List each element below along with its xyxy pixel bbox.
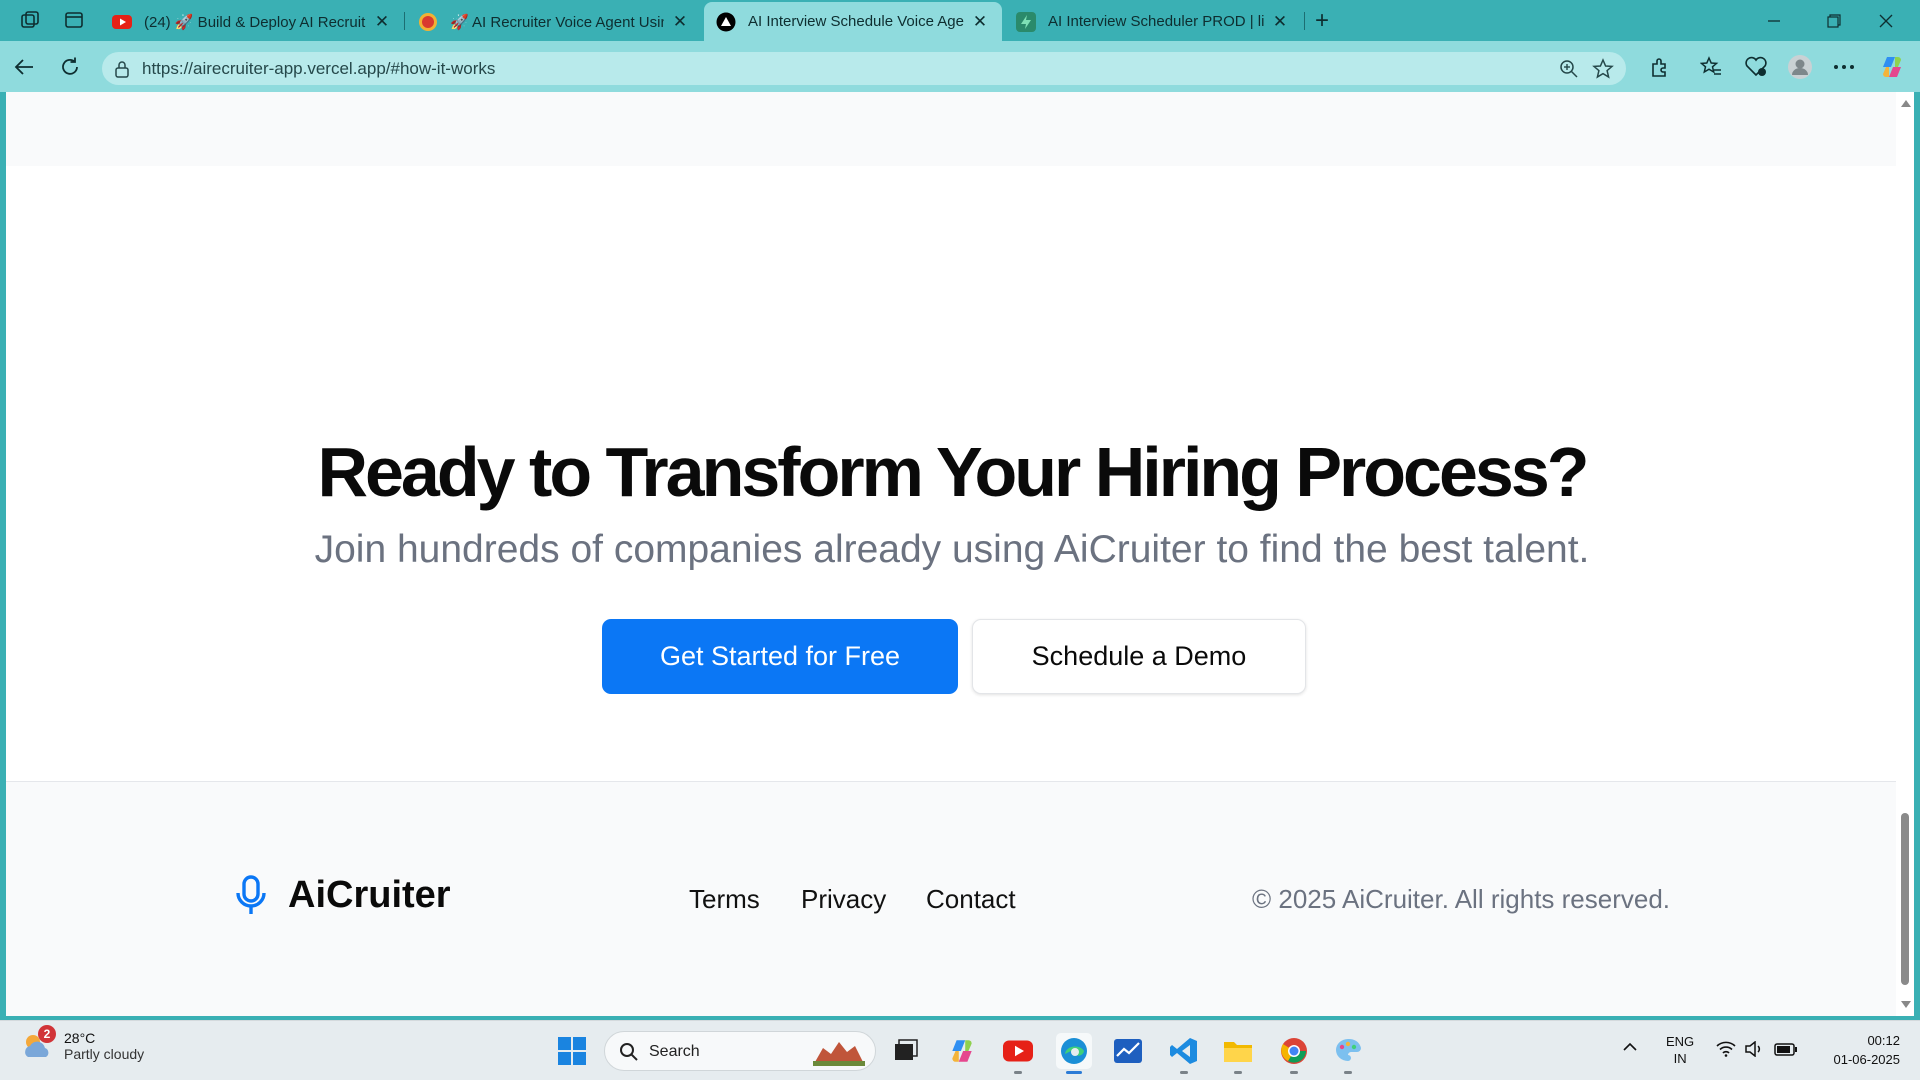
- close-window-icon[interactable]: [1872, 8, 1900, 34]
- volume-icon[interactable]: [1744, 1040, 1764, 1060]
- previous-section-band: [6, 92, 1898, 166]
- running-indicator: [1014, 1071, 1022, 1074]
- youtube-app-icon[interactable]: [1000, 1033, 1036, 1069]
- close-tab-icon[interactable]: ✕: [372, 12, 392, 32]
- scroll-thumb[interactable]: [1901, 813, 1909, 985]
- tab-separator: [1304, 12, 1305, 30]
- tab-title: 🚀 AI Recruiter Voice Agent Using: [450, 13, 664, 31]
- language-code: ENG: [1666, 1034, 1695, 1049]
- page-viewport: Ready to Transform Your Hiring Process? …: [6, 92, 1898, 1016]
- address-bar[interactable]: https://airecruiter-app.vercel.app/#how-…: [102, 52, 1626, 85]
- clock-time: 00:12: [1867, 1033, 1900, 1048]
- search-highlight-icon: [813, 1042, 865, 1066]
- browser-essentials-icon[interactable]: [1742, 53, 1770, 81]
- vscode-app-icon[interactable]: [1166, 1033, 1202, 1069]
- vercel-icon: [716, 12, 736, 32]
- more-options-icon[interactable]: [1830, 53, 1858, 81]
- running-indicator: [1180, 1071, 1188, 1074]
- tab-title: (24) 🚀 Build & Deploy AI Recruit: [144, 13, 366, 31]
- site-favicon-icon: [418, 12, 438, 32]
- favorites-icon[interactable]: [1697, 53, 1725, 81]
- weather-widget[interactable]: 2 28°C Partly cloudy: [20, 1025, 145, 1063]
- copyright-text: © 2025 AiCruiter. All rights reserved.: [1252, 884, 1671, 914]
- tab-actions-icon[interactable]: [62, 8, 86, 32]
- profile-avatar-icon[interactable]: [1786, 53, 1814, 81]
- search-label: Search: [649, 1043, 700, 1060]
- copilot-app-icon[interactable]: [944, 1033, 980, 1069]
- tab-supabase[interactable]: AI Interview Scheduler PROD | lion ✕: [1004, 2, 1302, 41]
- running-indicator: [1344, 1071, 1352, 1074]
- edge-app-icon[interactable]: [1056, 1033, 1092, 1069]
- scroll-up-icon[interactable]: [1901, 100, 1911, 107]
- microphone-icon: [236, 874, 266, 914]
- extensions-icon[interactable]: [1646, 53, 1674, 81]
- partly-cloudy-icon: 2: [20, 1025, 56, 1063]
- tab-active[interactable]: AI Interview Schedule Voice Agent ✕: [704, 2, 1002, 41]
- clock-date: 01-06-2025: [1833, 1052, 1901, 1067]
- wifi-icon[interactable]: [1716, 1041, 1736, 1060]
- chrome-app-icon[interactable]: [1276, 1033, 1312, 1069]
- supabase-icon: [1016, 11, 1036, 32]
- minimize-icon[interactable]: [1760, 8, 1788, 34]
- window-frame: [1914, 92, 1920, 1016]
- restore-icon[interactable]: [1820, 8, 1848, 34]
- weather-condition: Partly cloudy: [64, 1046, 145, 1062]
- browser-tab-strip: (24) 🚀 Build & Deploy AI Recruit ✕ 🚀 AI …: [0, 0, 1920, 41]
- system-clock[interactable]: 00:12 01-06-2025: [1814, 1031, 1901, 1069]
- get-started-button[interactable]: Get Started for Free: [602, 619, 958, 694]
- tab-title: AI Interview Schedule Voice Agent: [748, 13, 964, 30]
- region-code: IN: [1673, 1051, 1687, 1066]
- add-favorite-icon[interactable]: [1592, 58, 1614, 80]
- site-info-icon[interactable]: [112, 59, 132, 79]
- workspaces-icon[interactable]: [18, 8, 42, 32]
- windows-taskbar: 2 28°C Partly cloudy Search ENG IN 00:12…: [0, 1020, 1920, 1080]
- weather-badge: 2: [38, 1025, 56, 1043]
- youtube-icon: [112, 12, 132, 32]
- task-view-icon[interactable]: [888, 1033, 924, 1069]
- stocks-app-icon[interactable]: [1110, 1033, 1146, 1069]
- footer-link-terms[interactable]: Terms: [689, 884, 760, 915]
- new-tab-button[interactable]: +: [1308, 7, 1336, 34]
- search-icon: [620, 1043, 638, 1061]
- battery-icon[interactable]: [1774, 1041, 1798, 1060]
- language-indicator[interactable]: ENG IN: [1666, 1033, 1694, 1067]
- paint-app-icon[interactable]: [1330, 1033, 1366, 1069]
- url-text[interactable]: https://airecruiter-app.vercel.app/#how-…: [142, 59, 495, 79]
- tab-youtube[interactable]: (24) 🚀 Build & Deploy AI Recruit ✕: [100, 2, 404, 41]
- tab-ai-recruiter[interactable]: 🚀 AI Recruiter Voice Agent Using ✕: [406, 2, 702, 41]
- footer-link-contact[interactable]: Contact: [926, 884, 1016, 915]
- brand-name: AiCruiter: [288, 874, 451, 916]
- weather-temp: 28°C: [64, 1030, 96, 1046]
- footer-brand[interactable]: AiCruiter: [234, 874, 451, 917]
- close-tab-icon[interactable]: ✕: [1270, 12, 1290, 32]
- back-icon[interactable]: [10, 53, 38, 81]
- zoom-icon[interactable]: [1558, 58, 1580, 80]
- tab-title: AI Interview Scheduler PROD | lion: [1048, 13, 1264, 30]
- cta-subtitle: Join hundreds of companies already using…: [314, 528, 1590, 571]
- file-explorer-icon[interactable]: [1220, 1033, 1256, 1069]
- close-tab-icon[interactable]: ✕: [670, 12, 690, 32]
- schedule-demo-button[interactable]: Schedule a Demo: [972, 619, 1306, 694]
- running-indicator: [1234, 1071, 1242, 1074]
- footer-link-privacy[interactable]: Privacy: [801, 884, 886, 915]
- show-hidden-icons[interactable]: [1622, 1039, 1638, 1055]
- cta-heading: Ready to Transform Your Hiring Process?: [317, 433, 1589, 511]
- close-tab-icon[interactable]: ✕: [970, 12, 990, 32]
- copilot-icon[interactable]: [1878, 53, 1906, 81]
- active-indicator: [1066, 1071, 1082, 1074]
- running-indicator: [1290, 1071, 1298, 1074]
- refresh-icon[interactable]: [56, 53, 84, 81]
- tab-separator: [404, 12, 405, 30]
- site-footer: AiCruiter Terms Privacy Contact © 2025 A…: [6, 781, 1898, 1016]
- page-scrollbar[interactable]: [1896, 92, 1914, 1016]
- start-icon[interactable]: [554, 1033, 590, 1069]
- scroll-down-icon[interactable]: [1901, 1001, 1911, 1008]
- taskbar-search[interactable]: Search: [604, 1031, 876, 1071]
